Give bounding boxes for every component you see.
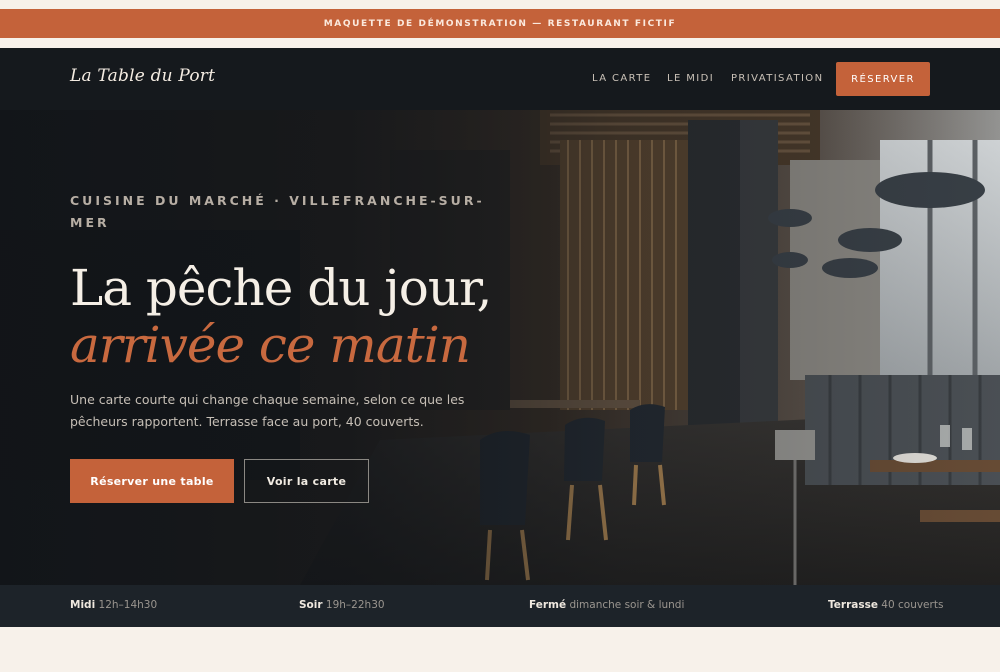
info-closed-label: Fermé	[529, 599, 567, 611]
info-closed-value: dimanche soir & lundi	[569, 599, 685, 611]
info-dinner-value: 19h–22h30	[325, 599, 385, 611]
info-terrace-label: Terrasse	[828, 599, 878, 611]
hero-headline-main: La pêche du jour,	[70, 259, 492, 317]
hero-section: CUISINE DU MARCHÉ · VILLEFRANCHE-SUR-MER…	[0, 110, 1000, 585]
info-lunch-value: 12h–14h30	[98, 599, 158, 611]
nav-privatisation[interactable]: PRIVATISATION	[731, 73, 823, 84]
site-header: La Table du Port LA CARTE LE MIDI PRIVAT…	[0, 48, 1000, 110]
hero-headline-accent: arrivée ce matin	[70, 316, 471, 374]
view-menu-button[interactable]: Voir la carte	[244, 459, 369, 503]
nav-le-midi[interactable]: LE MIDI	[667, 73, 714, 84]
reserve-button[interactable]: RÉSERVER	[836, 62, 930, 96]
hero-kicker: CUISINE DU MARCHÉ · VILLEFRANCHE-SUR-MER	[70, 193, 485, 230]
info-dinner-label: Soir	[299, 599, 323, 611]
info-terrace: Terrasse 40 couverts	[828, 599, 943, 611]
nav-la-carte[interactable]: LA CARTE	[592, 73, 652, 84]
site-frame: La Table du Port LA CARTE LE MIDI PRIVAT…	[0, 48, 1000, 627]
hours-info-bar: Midi 12h–14h30 Soir 19h–22h30 Fermé dima…	[0, 585, 1000, 627]
info-closed: Fermé dimanche soir & lundi	[529, 599, 684, 611]
hero-headline: La pêche du jour, arrivée ce matin	[70, 260, 630, 374]
info-lunch: Midi 12h–14h30	[70, 599, 157, 611]
hero-description: Une carte courte qui change chaque semai…	[70, 392, 465, 429]
info-terrace-value: 40 couverts	[881, 599, 944, 611]
info-dinner: Soir 19h–22h30	[299, 599, 385, 611]
demo-banner: MAQUETTE DE DÉMONSTRATION — RESTAURANT F…	[0, 9, 1000, 38]
info-lunch-label: Midi	[70, 599, 96, 611]
restaurant-logo[interactable]: La Table du Port	[70, 66, 215, 86]
book-table-button[interactable]: Réserver une table	[70, 459, 234, 503]
